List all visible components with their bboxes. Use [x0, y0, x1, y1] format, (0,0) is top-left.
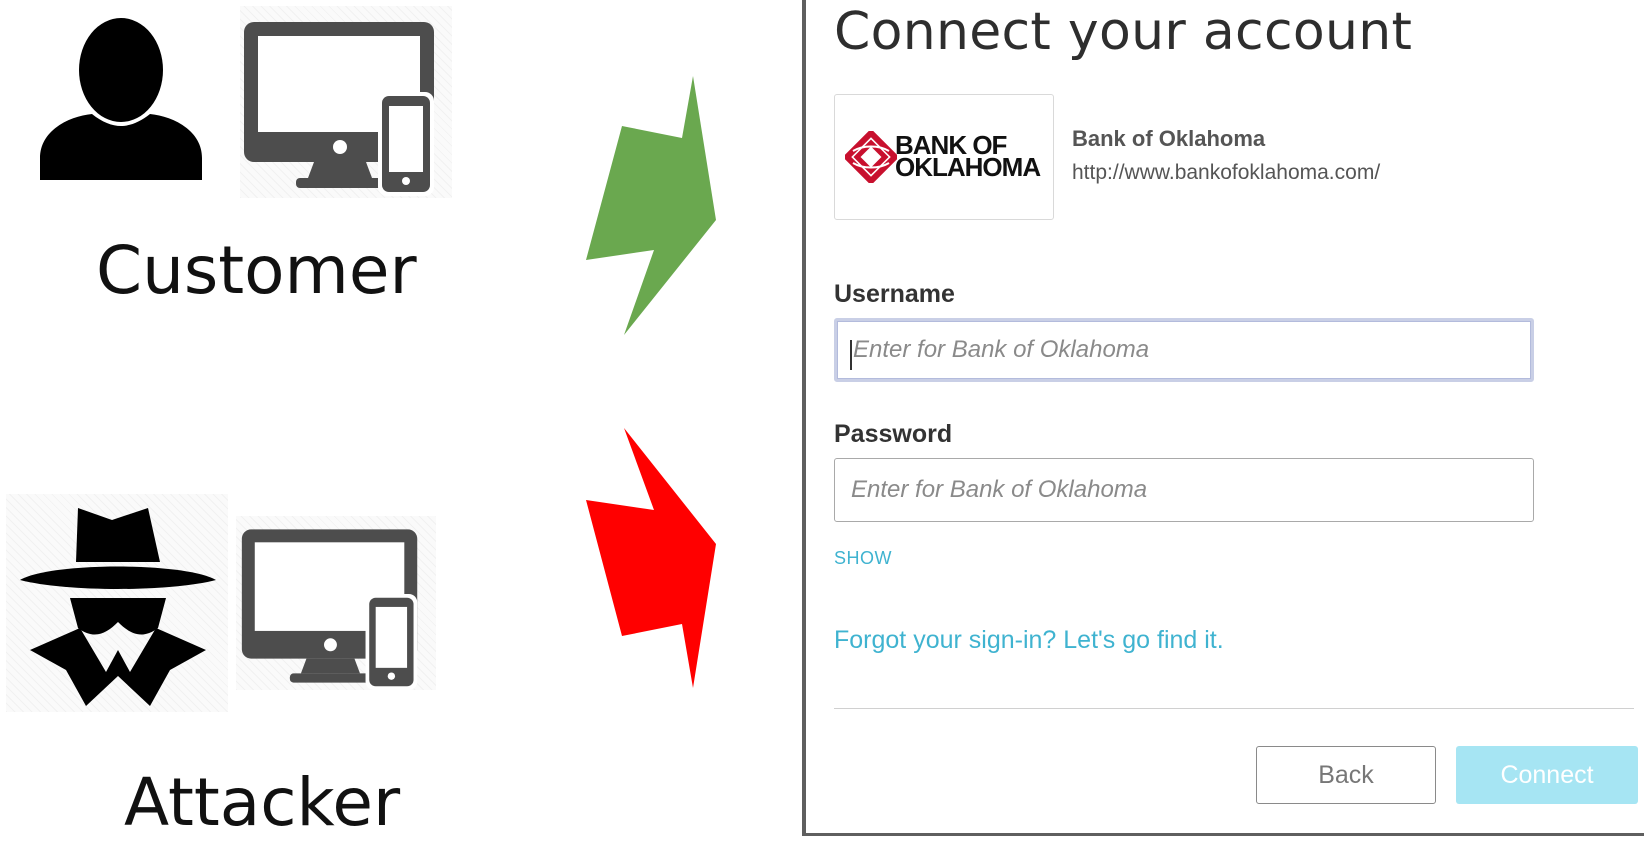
- forgot-sign-in-link[interactable]: Forgot your sign-in? Let's go find it.: [834, 626, 1224, 655]
- red-arrow-icon: [586, 428, 716, 688]
- bank-name: Bank of Oklahoma: [1072, 126, 1266, 151]
- illustration-panel: Customer Attacker: [0, 0, 790, 836]
- connect-account-dialog: Connect your account BANK OF OKLAHOMA Ba…: [802, 0, 1644, 836]
- text-caret: [850, 340, 852, 370]
- bank-logo: BANK OF OKLAHOMA: [834, 94, 1054, 220]
- devices-icon: [241, 529, 418, 690]
- username-input[interactable]: [834, 318, 1534, 382]
- person-icon: [40, 18, 202, 180]
- devices-icon: [244, 22, 434, 196]
- username-label: Username: [834, 280, 955, 308]
- bank-logo-line2: OKLAHOMA: [895, 152, 1041, 182]
- divider: [834, 708, 1634, 709]
- connect-button[interactable]: Connect: [1456, 746, 1638, 804]
- show-password-link[interactable]: SHOW: [834, 548, 892, 569]
- password-label: Password: [834, 420, 953, 448]
- spy-icon: [20, 508, 216, 706]
- customer-label: Customer: [96, 232, 417, 309]
- bank-logo-mark-icon: [845, 131, 897, 183]
- back-button[interactable]: Back: [1256, 746, 1436, 804]
- dialog-title: Connect your account: [834, 2, 1413, 62]
- password-input[interactable]: [834, 458, 1534, 522]
- bank-logo-text: BANK OF OKLAHOMA: [895, 132, 1041, 182]
- attacker-label: Attacker: [124, 764, 401, 841]
- green-arrow-icon: [586, 76, 716, 335]
- bank-url: http://www.bankofoklahoma.com/: [1072, 161, 1381, 184]
